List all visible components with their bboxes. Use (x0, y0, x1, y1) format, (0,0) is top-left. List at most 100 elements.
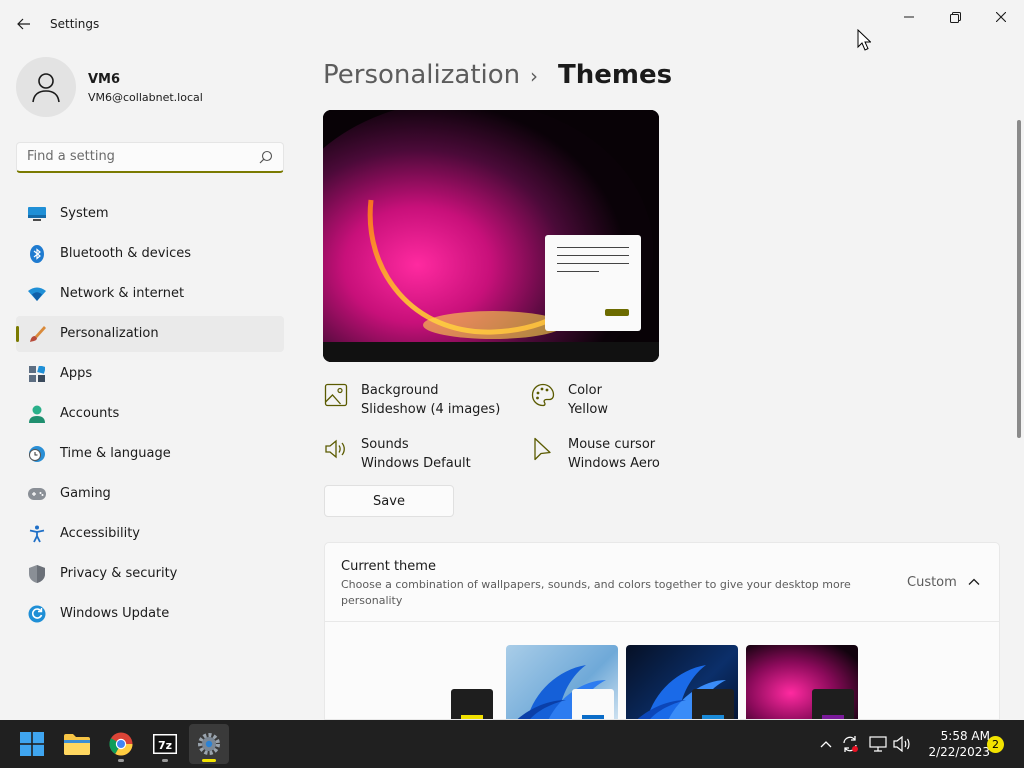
volume-tray-button[interactable] (892, 734, 912, 754)
theme-thumb-windows-dark[interactable] (626, 645, 738, 719)
sidebar-item-network[interactable]: Network & internet (16, 276, 284, 312)
running-indicator (118, 759, 124, 762)
sidebar-item-personalization[interactable]: Personalization (16, 316, 284, 352)
color-title: Color (568, 383, 602, 398)
chevron-up-icon[interactable] (967, 575, 981, 589)
clock-date[interactable]: 2/22/2023 (920, 745, 990, 759)
sidebar-item-label: Apps (60, 366, 93, 381)
theme-preview (323, 110, 659, 362)
wifi-icon (28, 285, 46, 303)
sidebar-nav: System Bluetooth & devices Network & int… (16, 196, 284, 636)
brush-icon (28, 325, 46, 343)
sidebar-item-label: Accessibility (60, 526, 140, 541)
sidebar-item-time-language[interactable]: Time & language (16, 436, 284, 472)
start-button[interactable] (12, 724, 52, 764)
breadcrumb-parent[interactable]: Personalization (323, 60, 520, 90)
user-email: VM6@collabnet.local (88, 91, 203, 104)
sidebar-item-accounts[interactable]: Accounts (16, 396, 284, 432)
mouse-pointer-icon (857, 29, 871, 51)
back-button[interactable] (12, 12, 36, 36)
gamepad-icon (28, 485, 46, 503)
save-button[interactable]: Save (324, 485, 454, 517)
show-hidden-icons-button[interactable] (816, 734, 836, 754)
chrome-button[interactable] (101, 724, 141, 764)
sidebar-item-bluetooth[interactable]: Bluetooth & devices (16, 236, 284, 272)
current-theme-value: Custom (907, 575, 957, 590)
mouse-cursor-setting[interactable]: Mouse cursor Windows Aero (531, 437, 731, 477)
file-explorer-button[interactable] (57, 724, 97, 764)
7zip-icon: 7z (153, 734, 177, 754)
theme-thumb-custom[interactable] (451, 689, 493, 719)
color-setting[interactable]: Color Yellow (531, 383, 731, 423)
monitor-icon (28, 205, 46, 223)
volume-icon (893, 736, 910, 752)
sounds-setting[interactable]: Sounds Windows Default (324, 437, 524, 477)
color-value: Yellow (568, 402, 609, 417)
preview-line (557, 271, 599, 272)
theme-thumb-glow[interactable] (746, 645, 858, 719)
restore-button[interactable] (932, 4, 978, 30)
search-input[interactable] (27, 149, 247, 164)
7zip-button[interactable]: 7z (145, 724, 185, 764)
close-button[interactable] (978, 4, 1024, 30)
sync-icon (843, 736, 858, 752)
sidebar-item-system[interactable]: System (16, 196, 284, 232)
sidebar-item-windows-update[interactable]: Windows Update (16, 596, 284, 632)
sounds-value: Windows Default (361, 456, 471, 471)
sidebar-item-label: Network & internet (60, 286, 185, 301)
app-title: Settings (50, 17, 100, 31)
person-icon (28, 405, 46, 423)
theme-mini-window (692, 689, 734, 719)
arrow-left-icon (17, 18, 30, 30)
page-title: Themes (558, 60, 673, 90)
speaker-icon (325, 439, 345, 459)
person-icon (32, 73, 60, 103)
palette-icon (531, 383, 555, 407)
accessibility-icon (28, 525, 46, 543)
cursor-icon (534, 437, 551, 461)
clock-time[interactable]: 5:58 AM (920, 729, 990, 743)
sounds-title: Sounds (361, 437, 409, 452)
apps-icon (28, 365, 46, 383)
theme-mini-window (572, 689, 614, 719)
sidebar-item-accessibility[interactable]: Accessibility (16, 516, 284, 552)
notification-badge[interactable]: 2 (987, 736, 1004, 753)
network-icon (869, 736, 887, 752)
scrollbar[interactable] (1017, 120, 1021, 438)
running-indicator (162, 759, 168, 762)
running-indicator (202, 759, 216, 762)
sidebar-item-label: System (60, 206, 109, 221)
theme-list (324, 622, 1000, 720)
bluetooth-icon (28, 245, 46, 263)
theme-thumb-windows-light[interactable] (506, 645, 618, 719)
search-box[interactable] (16, 142, 284, 173)
preview-line (557, 263, 629, 264)
clock-globe-icon (28, 445, 46, 463)
sidebar-item-label: Gaming (60, 486, 111, 501)
background-setting[interactable]: Background Slideshow (4 images) (324, 383, 524, 423)
preview-line (557, 255, 629, 256)
chevron-up-icon (820, 741, 832, 748)
start-icon (20, 732, 44, 756)
sidebar-item-label: Privacy & security (60, 566, 178, 581)
image-icon (324, 383, 348, 407)
current-theme-card[interactable]: Current theme Choose a combination of wa… (324, 542, 1000, 622)
search-icon[interactable] (259, 150, 273, 164)
network-tray-button[interactable] (868, 734, 888, 754)
sidebar-item-apps[interactable]: Apps (16, 356, 284, 392)
current-theme-title: Current theme (341, 559, 436, 574)
close-icon (996, 12, 1006, 22)
theme-mini-window (812, 689, 854, 719)
sidebar-item-privacy[interactable]: Privacy & security (16, 556, 284, 592)
sync-tray-button[interactable] (840, 734, 860, 754)
current-theme-description: Choose a combination of wallpapers, soun… (341, 578, 851, 607)
preview-line (557, 247, 629, 248)
update-icon (28, 605, 46, 623)
sidebar-item-gaming[interactable]: Gaming (16, 476, 284, 512)
avatar[interactable] (16, 57, 76, 117)
user-name: VM6 (88, 72, 121, 87)
sidebar-item-label: Time & language (60, 446, 171, 461)
settings-button[interactable] (189, 724, 229, 764)
sidebar-item-label: Bluetooth & devices (60, 246, 191, 261)
minimize-button[interactable] (886, 4, 932, 30)
